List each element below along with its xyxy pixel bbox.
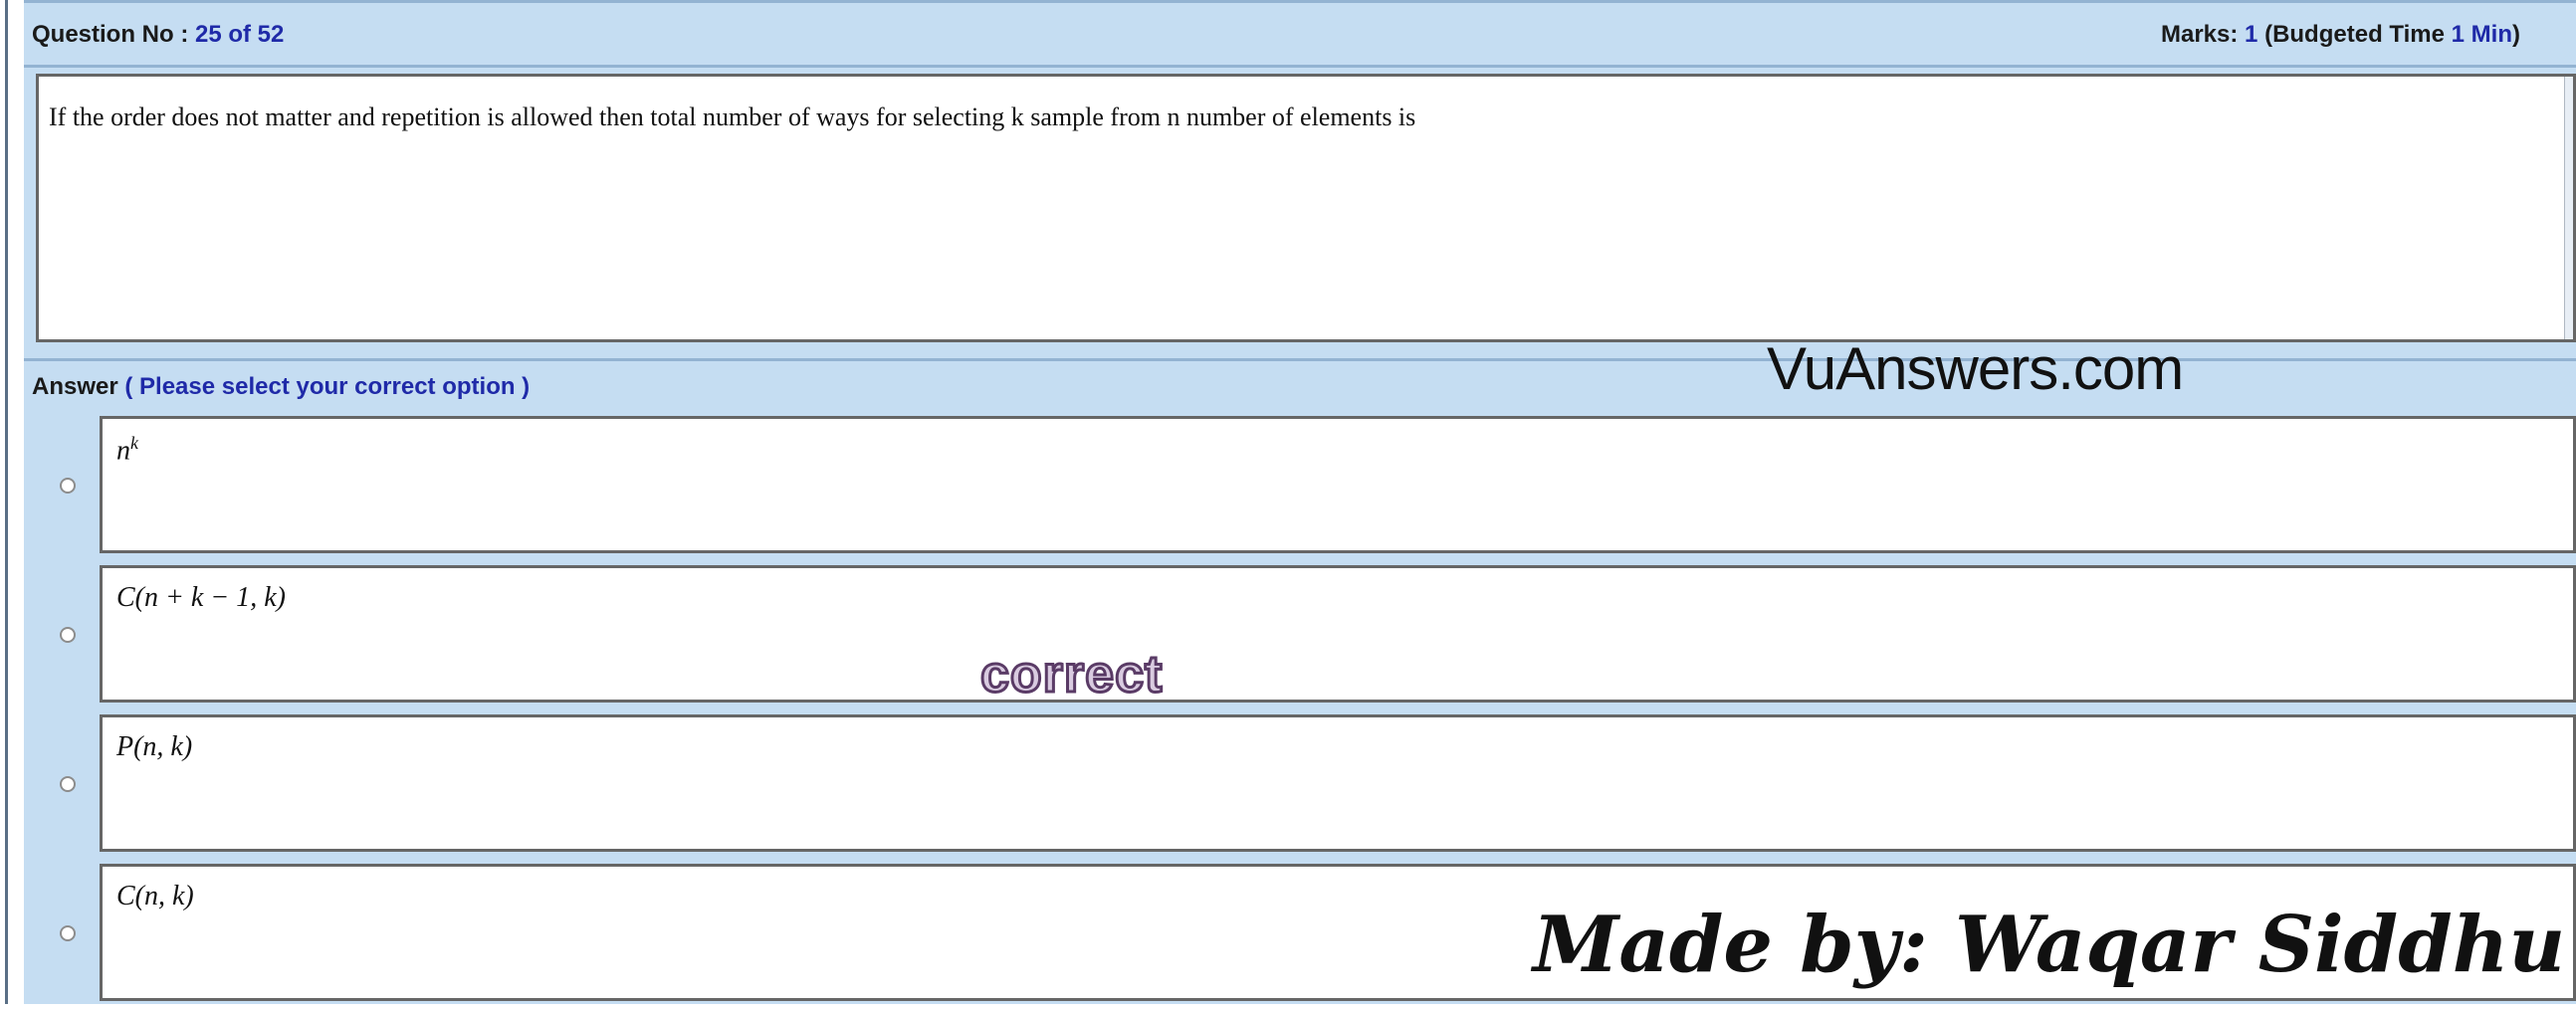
budget-label: (Budgeted Time bbox=[2257, 21, 2452, 48]
option-2-radio[interactable] bbox=[60, 627, 76, 643]
question-scrollbar[interactable] bbox=[2564, 77, 2573, 339]
answer-label-text: Answer bbox=[32, 373, 125, 400]
option-1-text: nk bbox=[116, 433, 138, 467]
option-3-radio[interactable] bbox=[60, 776, 76, 792]
marks-label: Marks: bbox=[2161, 21, 2246, 48]
answer-hint: ( Please select your correct option ) bbox=[124, 373, 531, 400]
author-signature: Made by: Waqar Siddhu bbox=[1533, 900, 2566, 990]
option-1-exponent: k bbox=[130, 433, 138, 453]
option-4-radio[interactable] bbox=[60, 925, 76, 941]
option-1-base: n bbox=[116, 435, 130, 467]
option-2-text: C(n + k − 1, k) bbox=[116, 582, 286, 613]
question-number-value: 25 of 52 bbox=[195, 21, 285, 48]
budget-close: ) bbox=[2512, 21, 2520, 48]
budget-value: 1 Min bbox=[2451, 21, 2512, 48]
correct-annotation: correct bbox=[978, 645, 1164, 706]
option-1-radio[interactable] bbox=[60, 478, 76, 494]
question-header-bar: Question No : 25 of 52 Marks: 1 (Budgete… bbox=[24, 0, 2576, 68]
quiz-window: Question No : 25 of 52 Marks: 1 (Budgete… bbox=[0, 0, 2576, 1004]
question-text: If the order does not matter and repetit… bbox=[49, 102, 1416, 131]
option-2[interactable]: C(n + k − 1, k) bbox=[24, 557, 2576, 710]
question-panel: If the order does not matter and repetit… bbox=[24, 68, 2576, 358]
answer-label: Answer ( Please select your correct opti… bbox=[32, 373, 530, 401]
question-text-box: If the order does not matter and repetit… bbox=[36, 74, 2576, 342]
option-4-text: C(n, k) bbox=[116, 881, 194, 911]
option-1-box[interactable]: nk bbox=[100, 416, 2576, 553]
option-3[interactable]: P(n, k) bbox=[24, 706, 2576, 860]
option-3-box[interactable]: P(n, k) bbox=[100, 714, 2576, 852]
question-number: Question No : 25 of 52 bbox=[32, 21, 284, 49]
watermark-text: VuAnswers.com bbox=[1767, 335, 2184, 402]
window-left-border bbox=[0, 0, 8, 1004]
marks-info: Marks: 1 (Budgeted Time 1 Min) bbox=[2161, 21, 2520, 49]
option-1[interactable]: nk bbox=[24, 408, 2576, 561]
marks-value: 1 bbox=[2245, 21, 2258, 48]
answer-header-bar: Answer ( Please select your correct opti… bbox=[24, 358, 2576, 408]
option-2-box[interactable]: C(n + k − 1, k) bbox=[100, 565, 2576, 703]
option-3-text: P(n, k) bbox=[116, 731, 193, 762]
question-number-label: Question No : bbox=[32, 21, 195, 48]
